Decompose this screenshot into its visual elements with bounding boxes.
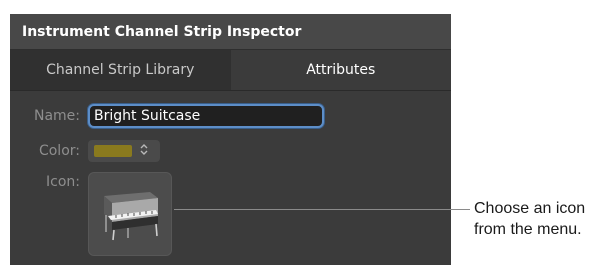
callout-line-1: Choose an icon (474, 200, 586, 217)
tab-attributes[interactable]: Attributes (230, 50, 451, 90)
icon-row: Icon: (10, 172, 172, 256)
callout-line-2: from the menu. (474, 221, 582, 238)
electric-piano-icon (104, 192, 158, 241)
inspector-title: Instrument Channel Strip Inspector (10, 14, 451, 50)
inspector-tabs: Channel Strip Library Attributes (10, 50, 451, 91)
callout-leader-line (174, 209, 470, 210)
callout-text: Choose an icon from the menu. (474, 198, 615, 240)
color-row: Color: (10, 140, 160, 162)
color-popup-button[interactable] (88, 140, 160, 162)
channel-strip-inspector: Instrument Channel Strip Inspector Chann… (10, 14, 451, 265)
chevron-up-down-icon (140, 144, 148, 158)
color-swatch (94, 145, 132, 157)
name-field[interactable] (88, 104, 324, 128)
name-label: Name: (33, 108, 80, 124)
name-row: Name: (10, 104, 324, 128)
tab-channel-strip-library[interactable]: Channel Strip Library (10, 50, 231, 90)
color-label: Color: (38, 143, 80, 159)
icon-label: Icon: (46, 174, 80, 190)
icon-picker-button[interactable] (88, 172, 172, 256)
